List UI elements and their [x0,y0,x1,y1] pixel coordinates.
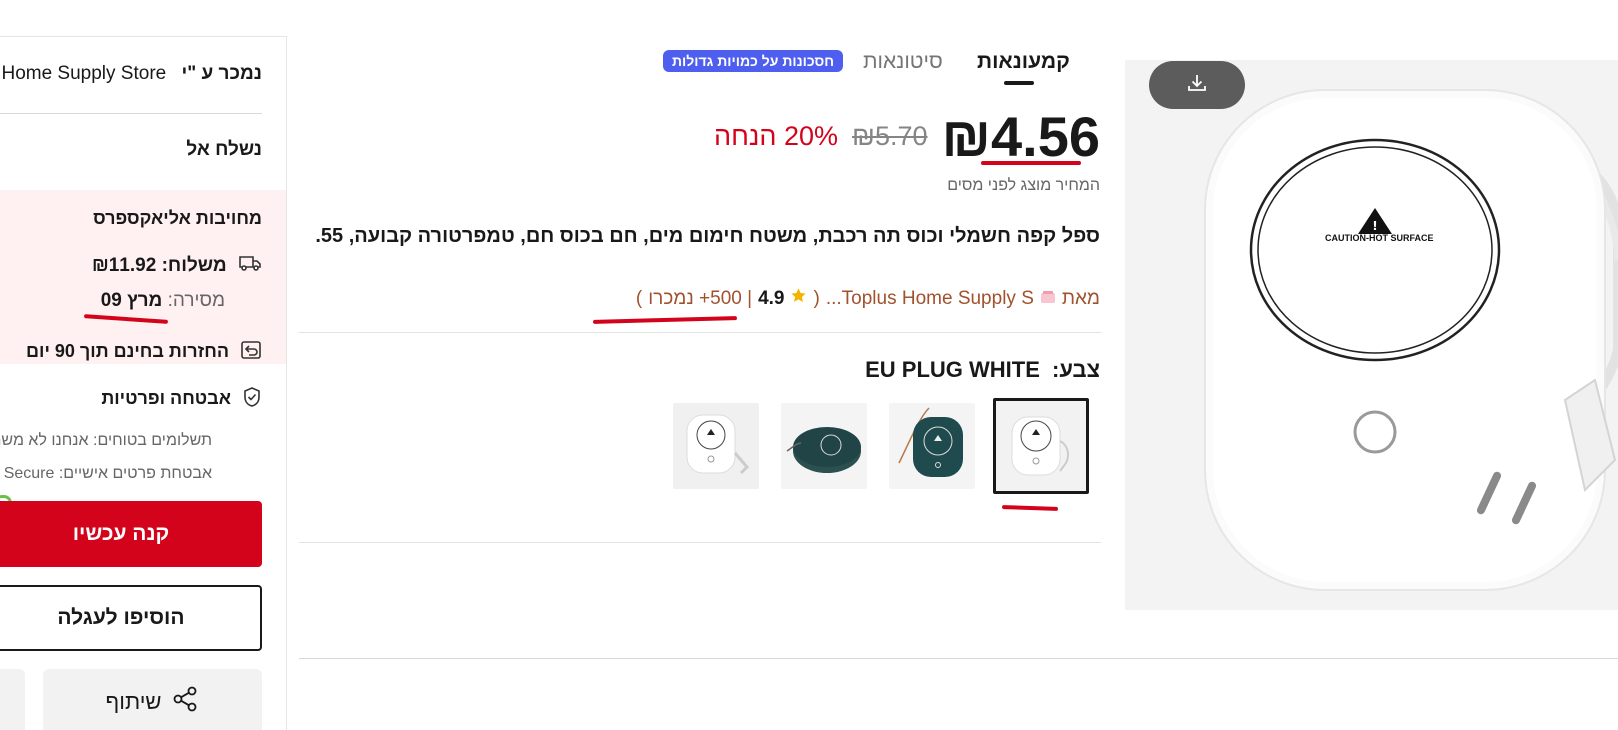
share-label: שיתוף [105,689,162,714]
tab-wholesale[interactable]: סיטונאות [863,50,943,74]
rating-value: 4.9 [758,287,785,309]
purchase-panel: נמכר ע "י Home Supply Store נשלח אל מחוי… [0,36,287,730]
bulk-savings-badge: חסכונות על כמויות גדולות [663,50,844,72]
from-label: מאת [1061,287,1100,309]
security-title: אבטחה ופרטיות [101,388,231,409]
divider [299,542,1101,543]
share-button[interactable]: שיתוף [43,669,262,730]
ship-to-selector[interactable]: נשלח אל [186,139,262,161]
color-option-dark-green-cable[interactable] [889,403,975,489]
caution-label: CAUTION-HOT SURFACE [1325,233,1434,243]
color-option-eu-white[interactable] [993,398,1089,494]
delivery-label: מסירה: [167,290,225,311]
star-icon [790,287,807,310]
original-price: ₪5.70 [852,121,928,151]
divider [299,332,1101,333]
download-image-button[interactable] [1149,61,1245,109]
color-label: צבע: [1052,357,1100,382]
store-icon [1040,288,1056,310]
truck-icon [238,254,262,278]
store-name-link[interactable]: Toplus Home Supply S... [826,288,1034,310]
buy-now-button[interactable]: קנה עכשיו [0,501,262,567]
annotation-underline [592,316,738,324]
personal-data-text: אבטחת פרטים אישיים: Secure [3,465,212,482]
share-icon [171,685,199,719]
secure-payments-text: תשלומים בטוחים: אנחנו לא משת [0,432,212,449]
sold-count: | 500+ נמכרו [648,287,753,309]
svg-text:!: ! [1372,219,1377,233]
commitment-title: מחויבות אליאקספרס [93,208,262,228]
tab-retail[interactable]: קמעונאות [977,50,1070,74]
shipping-label: משלוח: [161,255,227,277]
rating-close-paren: ) [635,287,643,309]
annotation-underline [1001,505,1059,511]
shipping-row: משלוח: ₪11.92 [92,254,262,278]
sold-by-label: נמכר ע "י [181,63,263,84]
rating-open-paren: ( [813,287,820,309]
tab-active-indicator [1004,81,1034,85]
color-value: EU PLUG WHITE [865,357,1040,382]
annotation-underline [981,161,1081,165]
current-price: ₪4.56 [941,105,1100,168]
store-row: מאת Toplus Home Supply S... ( 4.9 | 500+… [636,287,1100,310]
return-box-icon [240,340,262,365]
product-main-image[interactable]: ! CAUTION-HOT SURFACE [1125,60,1618,610]
price-row: ₪4.56 ₪5.70 20% הנחה [714,104,1100,169]
add-to-cart-button[interactable]: הוסיפו לעגלה [0,585,262,651]
sold-by-store-link[interactable]: Home Supply Store [1,63,166,84]
product-title: ספל קפה חשמלי וכוס תה רכבת, משטח חימום מ… [315,225,1100,247]
security-row[interactable]: אבטחה ופרטיות [101,386,262,413]
color-option-dark-green[interactable] [781,403,867,489]
color-row: צבע: EU PLUG WHITE [865,357,1100,383]
delivery-row: מסירה: מרץ 09 [101,290,225,312]
color-option-white[interactable] [673,403,759,489]
download-icon [1186,72,1208,99]
discount-label: 20% הנחה [713,121,839,151]
divider [0,113,262,114]
sold-by-row: נמכר ע "י Home Supply Store [1,63,262,85]
divider [299,658,1618,659]
tax-note: המחיר מוצג לפני מסים [947,177,1100,194]
shield-icon [242,386,262,413]
delivery-date: מרץ 09 [100,290,163,311]
returns-text: החזרות בחינם תוך 90 יום [26,341,229,362]
shipping-price: ₪11.92 [91,255,157,277]
returns-row[interactable]: החזרות בחינם תוך 90 יום [26,340,262,365]
wishlist-button[interactable] [0,669,25,730]
